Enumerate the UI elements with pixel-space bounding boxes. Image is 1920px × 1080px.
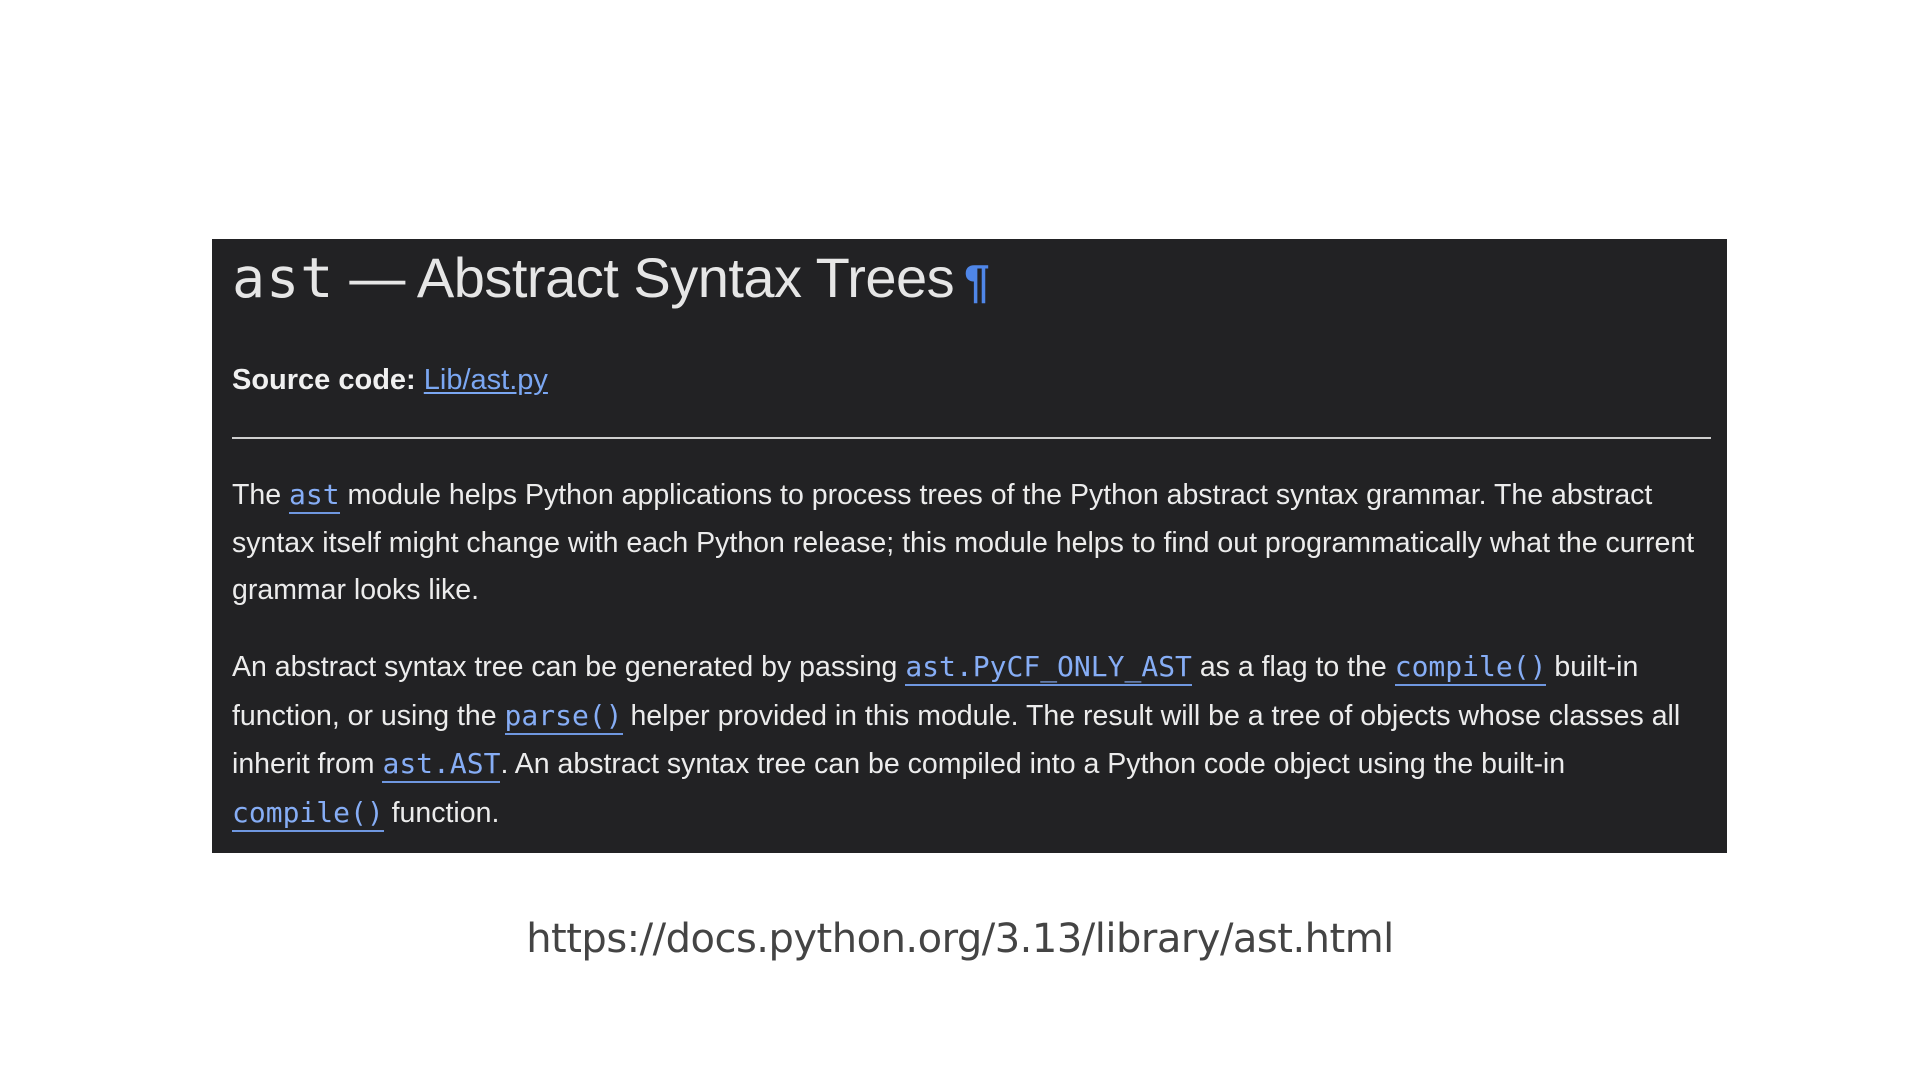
- text-segment: The: [232, 479, 290, 511]
- page-title: ast — Abstract Syntax Trees ¶: [232, 245, 990, 317]
- doc-screenshot-panel: ast — Abstract Syntax Trees ¶ Source code…: [212, 239, 1727, 853]
- permalink-icon[interactable]: ¶: [964, 255, 990, 307]
- title-module-name: ast: [232, 246, 335, 310]
- text-segment: module helps Python applications to proc…: [232, 479, 1695, 606]
- slide: ast — Abstract Syntax Trees ¶ Source code…: [0, 0, 1920, 1080]
- source-url-caption: https://docs.python.org/3.13/library/ast…: [526, 916, 1394, 962]
- ast-module-link[interactable]: ast: [289, 478, 340, 514]
- pycf-only-ast-link[interactable]: ast.PyCF_ONLY_AST: [905, 650, 1192, 686]
- text-segment: . An abstract syntax tree can be compile…: [500, 748, 1566, 780]
- compile-link-2[interactable]: compile(): [232, 795, 384, 832]
- text-segment: An abstract syntax tree can be generated…: [232, 651, 906, 683]
- ast-class-link[interactable]: ast.AST: [382, 747, 501, 783]
- intro-paragraph: The ast module helps Python applications…: [232, 471, 1712, 615]
- divider: [232, 437, 1711, 439]
- source-code-link[interactable]: Lib/ast.py: [424, 364, 548, 396]
- text-segment: function.: [383, 796, 500, 829]
- title-text: — Abstract Syntax Trees: [334, 246, 955, 309]
- source-code-label: Source code:: [232, 364, 416, 396]
- source-code-row: Source code: Lib/ast.py: [232, 364, 548, 397]
- parse-link[interactable]: parse(): [504, 698, 623, 735]
- text-segment: as a flag to the: [1191, 651, 1395, 683]
- ast-generation-paragraph: An abstract syntax tree can be generated…: [232, 643, 1712, 837]
- compile-link[interactable]: compile(): [1394, 650, 1547, 686]
